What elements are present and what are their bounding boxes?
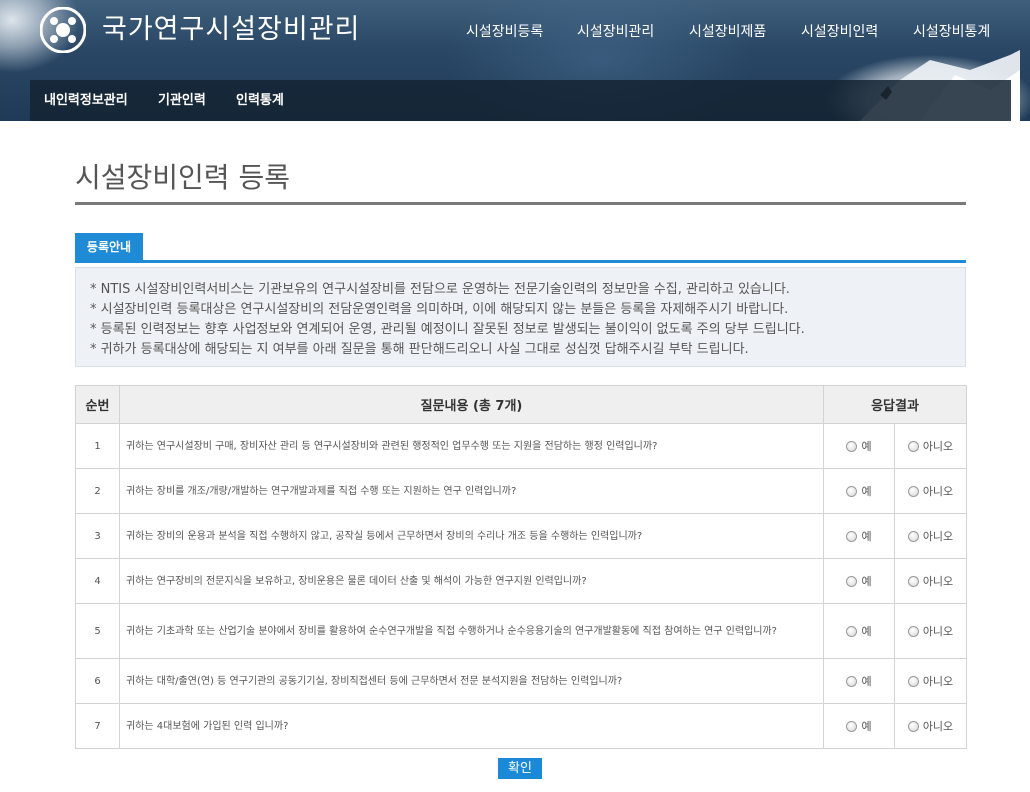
logo-icon[interactable] bbox=[40, 7, 86, 53]
answer-no-option[interactable]: 아니오 bbox=[894, 513, 967, 559]
radio-yes[interactable] bbox=[846, 626, 858, 637]
radio-yes[interactable] bbox=[846, 576, 858, 587]
answer-yes-option[interactable]: 예 bbox=[823, 603, 895, 659]
radio-no[interactable] bbox=[907, 721, 919, 732]
question-text: 귀하는 기초과학 또는 산업기술 분야에서 장비를 활용하여 순수연구개발을 직… bbox=[119, 603, 824, 659]
radio-yes[interactable] bbox=[846, 721, 858, 732]
radio-yes[interactable] bbox=[846, 441, 858, 452]
site-header: 국가연구시설장비관리 시설장비등록 시설장비관리 시설장비제품 시설장비인력 시… bbox=[0, 0, 1030, 121]
radio-yes[interactable] bbox=[846, 676, 858, 687]
radio-no[interactable] bbox=[907, 626, 919, 637]
no-label: 아니오 bbox=[922, 675, 954, 688]
radio-no[interactable] bbox=[907, 441, 919, 452]
sub-nav-item-my-info[interactable]: 내인력정보관리 bbox=[44, 80, 128, 121]
title-divider bbox=[75, 202, 966, 205]
notice-line: * 귀하가 등록대상에 해당되는 지 여부를 아래 질문을 통해 판단해드리오니… bbox=[90, 342, 749, 357]
radio-yes[interactable] bbox=[846, 486, 858, 497]
answer-yes-option[interactable]: 예 bbox=[823, 703, 895, 749]
answer-no-option[interactable]: 아니오 bbox=[894, 703, 967, 749]
radio-no[interactable] bbox=[907, 531, 919, 542]
notice-line: * 시설장비인력 등록대상은 연구시설장비의 전담운영인력을 의미하며, 이에 … bbox=[90, 302, 789, 317]
table-row: 7 귀하는 4대보험에 가입된 인력 입니까? 예 아니오 bbox=[75, 703, 967, 749]
table-row: 2 귀하는 장비를 개조/개량/개발하는 연구개발과제를 직접 수행 또는 지원… bbox=[75, 468, 967, 514]
row-number: 4 bbox=[75, 558, 120, 604]
answer-yes-option[interactable]: 예 bbox=[823, 558, 895, 604]
row-number: 3 bbox=[75, 513, 120, 559]
answer-no-option[interactable]: 아니오 bbox=[894, 558, 967, 604]
row-number: 1 bbox=[75, 423, 120, 469]
page-title: 시설장비인력 등록 bbox=[75, 161, 290, 194]
question-text: 귀하는 대학/출연(연) 등 연구기관의 공동기기실, 장비직접센터 등에 근무… bbox=[119, 658, 824, 704]
question-text: 귀하는 4대보험에 가입된 인력 입니까? bbox=[119, 703, 824, 749]
table-row: 4 귀하는 연구장비의 전문지식을 보유하고, 장비운용은 물론 데이터 산출 … bbox=[75, 558, 967, 604]
row-number: 5 bbox=[75, 603, 120, 659]
radio-no[interactable] bbox=[907, 486, 919, 497]
table-row: 3 귀하는 장비의 운용과 분석을 직접 수행하지 않고, 공작실 등에서 근무… bbox=[75, 513, 967, 559]
no-label: 아니오 bbox=[922, 440, 954, 453]
table-row: 1 귀하는 연구시설장비 구매, 장비자산 관리 등 연구시설장비와 관련된 행… bbox=[75, 423, 967, 469]
notice-line: * 등록된 인력정보는 향후 사업정보와 연계되어 운영, 관리될 예정이니 잘… bbox=[90, 322, 805, 337]
question-table: 순번 질문내용 (총 7개) 응답결과 1 귀하는 연구시설장비 구매, 장비자… bbox=[75, 385, 967, 749]
main-nav-item-manage[interactable]: 시설장비관리 bbox=[577, 22, 654, 42]
question-text: 귀하는 장비의 운용과 분석을 직접 수행하지 않고, 공작실 등에서 근무하면… bbox=[119, 513, 824, 559]
site-title[interactable]: 국가연구시설장비관리 bbox=[102, 12, 360, 48]
yes-label: 예 bbox=[861, 530, 872, 543]
notice-line: * NTIS 시설장비인력서비스는 기관보유의 연구시설장비를 전담으로 운영하… bbox=[90, 282, 790, 297]
column-header-answer: 응답결과 bbox=[823, 385, 967, 424]
table-row: 6 귀하는 대학/출연(연) 등 연구기관의 공동기기실, 장비직접센터 등에 … bbox=[75, 658, 967, 704]
yes-label: 예 bbox=[861, 675, 872, 688]
row-number: 7 bbox=[75, 703, 120, 749]
sub-nav-item-org-personnel[interactable]: 기관인력 bbox=[158, 80, 206, 121]
row-number: 6 bbox=[75, 658, 120, 704]
notice-tab: 등록안내 bbox=[75, 233, 143, 261]
question-text: 귀하는 장비를 개조/개량/개발하는 연구개발과제를 직접 수행 또는 지원하는… bbox=[119, 468, 824, 514]
main-nav-item-register[interactable]: 시설장비등록 bbox=[466, 22, 543, 42]
radio-yes[interactable] bbox=[846, 531, 858, 542]
main-nav-item-product[interactable]: 시설장비제품 bbox=[689, 22, 766, 42]
no-label: 아니오 bbox=[922, 720, 954, 733]
no-label: 아니오 bbox=[922, 575, 954, 588]
notice-box: * NTIS 시설장비인력서비스는 기관보유의 연구시설장비를 전담으로 운영하… bbox=[75, 267, 966, 367]
column-header-number: 순번 bbox=[75, 385, 120, 424]
radio-no[interactable] bbox=[907, 576, 919, 587]
yes-label: 예 bbox=[861, 625, 872, 638]
answer-yes-option[interactable]: 예 bbox=[823, 513, 895, 559]
table-header-row: 순번 질문내용 (총 7개) 응답결과 bbox=[75, 385, 967, 424]
row-number: 2 bbox=[75, 468, 120, 514]
answer-no-option[interactable]: 아니오 bbox=[894, 603, 967, 659]
sub-nav-item-personnel-stats[interactable]: 인력통계 bbox=[236, 80, 284, 121]
column-header-question: 질문내용 (총 7개) bbox=[119, 385, 824, 424]
answer-no-option[interactable]: 아니오 bbox=[894, 658, 967, 704]
table-row: 5 귀하는 기초과학 또는 산업기술 분야에서 장비를 활용하여 순수연구개발을… bbox=[75, 603, 967, 659]
no-label: 아니오 bbox=[922, 530, 954, 543]
yes-label: 예 bbox=[861, 485, 872, 498]
question-text: 귀하는 연구장비의 전문지식을 보유하고, 장비운용은 물론 데이터 산출 및 … bbox=[119, 558, 824, 604]
main-nav-item-personnel[interactable]: 시설장비인력 bbox=[801, 22, 878, 42]
no-label: 아니오 bbox=[922, 625, 954, 638]
notice-divider bbox=[75, 260, 966, 263]
yes-label: 예 bbox=[861, 575, 872, 588]
answer-no-option[interactable]: 아니오 bbox=[894, 468, 967, 514]
confirm-button[interactable]: 확인 bbox=[498, 758, 542, 779]
radio-no[interactable] bbox=[907, 676, 919, 687]
answer-yes-option[interactable]: 예 bbox=[823, 423, 895, 469]
answer-yes-option[interactable]: 예 bbox=[823, 468, 895, 514]
no-label: 아니오 bbox=[922, 485, 954, 498]
yes-label: 예 bbox=[861, 440, 872, 453]
main-nav-item-statistics[interactable]: 시설장비통계 bbox=[913, 22, 990, 42]
answer-no-option[interactable]: 아니오 bbox=[894, 423, 967, 469]
sub-nav: 내인력정보관리 기관인력 인력통계 bbox=[30, 80, 1011, 121]
yes-label: 예 bbox=[861, 720, 872, 733]
question-text: 귀하는 연구시설장비 구매, 장비자산 관리 등 연구시설장비와 관련된 행정적… bbox=[119, 423, 824, 469]
answer-yes-option[interactable]: 예 bbox=[823, 658, 895, 704]
